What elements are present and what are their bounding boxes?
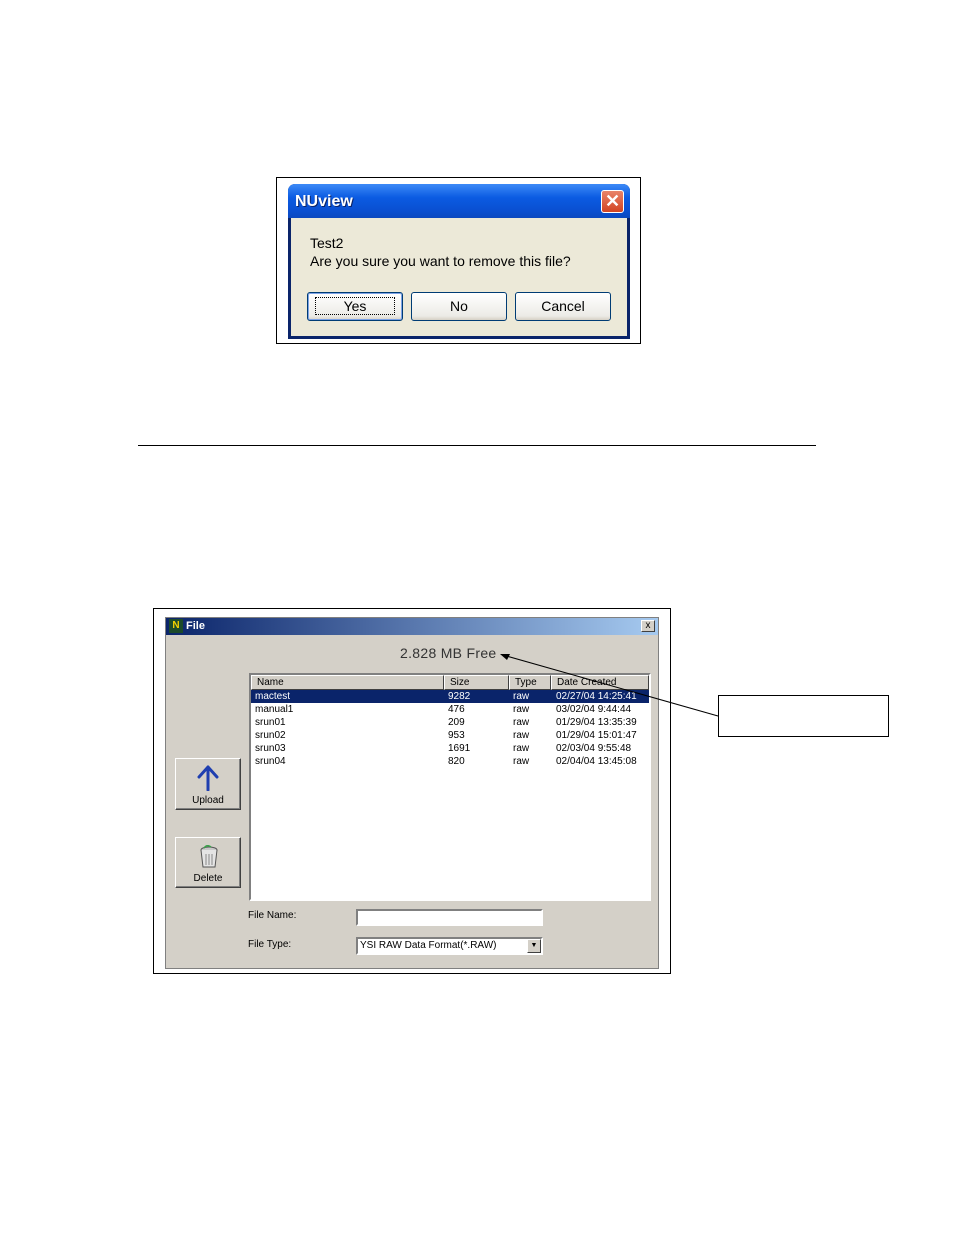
callout-leader-line — [500, 654, 719, 717]
